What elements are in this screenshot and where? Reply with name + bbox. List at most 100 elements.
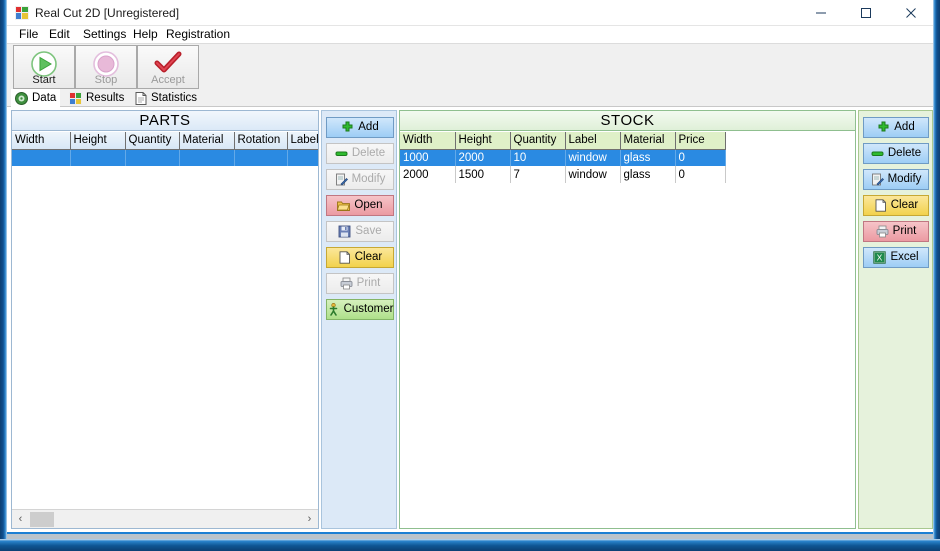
scrollbar-thumb[interactable]	[30, 512, 54, 527]
window-border-bottom	[0, 539, 940, 551]
menu-edit[interactable]: Edit	[49, 27, 70, 42]
minimize-icon	[815, 12, 826, 14]
tab-data[interactable]: Data	[11, 89, 61, 107]
minus-icon	[871, 147, 884, 160]
parts-cell-label[interactable]	[287, 149, 318, 166]
accept-button[interactable]: Accept	[137, 45, 199, 89]
parts-clear-button[interactable]: Clear	[326, 247, 394, 268]
tab-results-label: Results	[86, 92, 125, 104]
parts-add-button[interactable]: Add	[326, 117, 394, 138]
stock-cell-label[interactable]: window	[565, 166, 621, 183]
menu-help[interactable]: Help	[133, 27, 158, 42]
parts-table: Width Height Quantity Material Rotation …	[12, 132, 318, 166]
plus-icon	[877, 121, 890, 134]
stock-cell-material[interactable]: glass	[620, 149, 676, 166]
application-window: Real Cut 2D [Unregistered] File Edit Set…	[0, 0, 940, 551]
scroll-right-arrow[interactable]: ›	[301, 510, 318, 528]
stock-col-label[interactable]: Label	[565, 132, 621, 150]
start-button[interactable]: Start	[13, 45, 75, 89]
parts-col-quantity[interactable]: Quantity	[125, 132, 180, 150]
window-border-bottom-inner	[7, 534, 933, 539]
stock-cell-width[interactable]: 2000	[400, 166, 456, 183]
minimize-button[interactable]	[798, 0, 843, 26]
checkmark-icon	[154, 51, 182, 73]
stock-cell-height[interactable]: 1500	[455, 166, 511, 183]
parts-col-width[interactable]: Width	[12, 132, 71, 150]
parts-table-header-row: Width Height Quantity Material Rotation …	[12, 132, 318, 150]
parts-customer-button[interactable]: Customer	[326, 299, 394, 320]
stock-cell-price[interactable]: 0	[675, 149, 726, 166]
parts-grid[interactable]: Width Height Quantity Material Rotation …	[12, 132, 318, 509]
stock-modify-label: Modify	[887, 173, 922, 185]
stock-cell-label[interactable]: window	[565, 149, 621, 166]
window-title: Real Cut 2D [Unregistered]	[35, 6, 180, 20]
excel-icon: X	[873, 251, 887, 264]
table-row[interactable]	[12, 149, 318, 166]
stock-cell-height[interactable]: 2000	[455, 149, 511, 166]
parts-cell-material[interactable]	[179, 149, 235, 166]
blocks-icon	[69, 91, 82, 105]
stock-clear-button[interactable]: Clear	[863, 195, 929, 216]
parts-customer-label: Customer	[343, 303, 394, 315]
stock-delete-button[interactable]: Delete	[863, 143, 929, 164]
table-row[interactable]: 2000 1500 7 window glass 0	[400, 166, 726, 183]
stock-col-price[interactable]: Price	[675, 132, 726, 150]
tab-data-label: Data	[32, 92, 57, 104]
accept-button-label: Accept	[151, 74, 185, 86]
menu-registration[interactable]: Registration	[166, 27, 230, 42]
stock-panel: STOCK Width Height Quantity Label Materi…	[399, 110, 856, 529]
stock-cell-price[interactable]: 0	[675, 166, 726, 183]
stop-button[interactable]: Stop	[75, 45, 137, 89]
parts-open-button[interactable]: Open	[326, 195, 394, 216]
stock-cell-width[interactable]: 1000	[400, 149, 456, 166]
parts-panel-title: PARTS	[12, 111, 318, 131]
table-row[interactable]: 1000 2000 10 window glass 0	[400, 149, 726, 166]
stock-print-button[interactable]: Print	[863, 221, 929, 242]
close-icon	[905, 8, 916, 18]
stock-cell-material[interactable]: glass	[620, 166, 676, 183]
parts-col-rotation[interactable]: Rotation	[234, 132, 288, 150]
printer-icon	[340, 277, 353, 290]
parts-col-label[interactable]: Label	[287, 132, 318, 150]
parts-clear-label: Clear	[354, 251, 383, 263]
parts-cell-height[interactable]	[70, 149, 126, 166]
stock-col-quantity[interactable]: Quantity	[510, 132, 566, 150]
maximize-button[interactable]	[843, 0, 888, 26]
tab-statistics-label: Statistics	[151, 92, 198, 104]
parts-print-button[interactable]: Print	[326, 273, 394, 294]
tab-results[interactable]: Results	[65, 89, 128, 107]
stock-col-height[interactable]: Height	[455, 132, 511, 150]
parts-cell-quantity[interactable]	[125, 149, 180, 166]
close-button[interactable]	[888, 0, 933, 26]
floppy-icon	[338, 225, 351, 238]
disc-icon	[15, 91, 28, 105]
parts-save-button[interactable]: Save	[326, 221, 394, 242]
parts-delete-button[interactable]: Delete	[326, 143, 394, 164]
stock-modify-button[interactable]: Modify	[863, 169, 929, 190]
parts-col-material[interactable]: Material	[179, 132, 235, 150]
tab-statistics[interactable]: Statistics	[131, 89, 201, 107]
parts-modify-button[interactable]: Modify	[326, 169, 394, 190]
plus-icon	[341, 121, 354, 134]
menu-settings[interactable]: Settings	[83, 27, 126, 42]
stock-add-button[interactable]: Add	[863, 117, 929, 138]
stock-cell-quantity[interactable]: 7	[510, 166, 566, 183]
stock-grid[interactable]: Width Height Quantity Label Material Pri…	[400, 132, 855, 528]
parts-col-height[interactable]: Height	[70, 132, 126, 150]
parts-cell-rotation[interactable]	[234, 149, 288, 166]
scroll-left-arrow[interactable]: ‹	[12, 510, 29, 528]
parts-cell-width[interactable]	[12, 149, 71, 166]
menu-file[interactable]: File	[19, 27, 38, 42]
parts-add-label: Add	[358, 121, 379, 133]
toolbar: Start Stop Accept	[7, 43, 933, 89]
printer-icon	[876, 225, 889, 238]
client-area: PARTS Width Height Quantity Material Rot…	[7, 107, 933, 532]
stock-col-width[interactable]: Width	[400, 132, 456, 150]
page-icon	[338, 251, 351, 264]
stock-cell-quantity[interactable]: 10	[510, 149, 566, 166]
parts-horizontal-scrollbar[interactable]: ‹ ›	[12, 509, 318, 528]
stock-excel-label: Excel	[890, 251, 919, 263]
stock-excel-button[interactable]: X Excel	[863, 247, 929, 268]
window-border-left	[0, 0, 7, 551]
stock-col-material[interactable]: Material	[620, 132, 676, 150]
